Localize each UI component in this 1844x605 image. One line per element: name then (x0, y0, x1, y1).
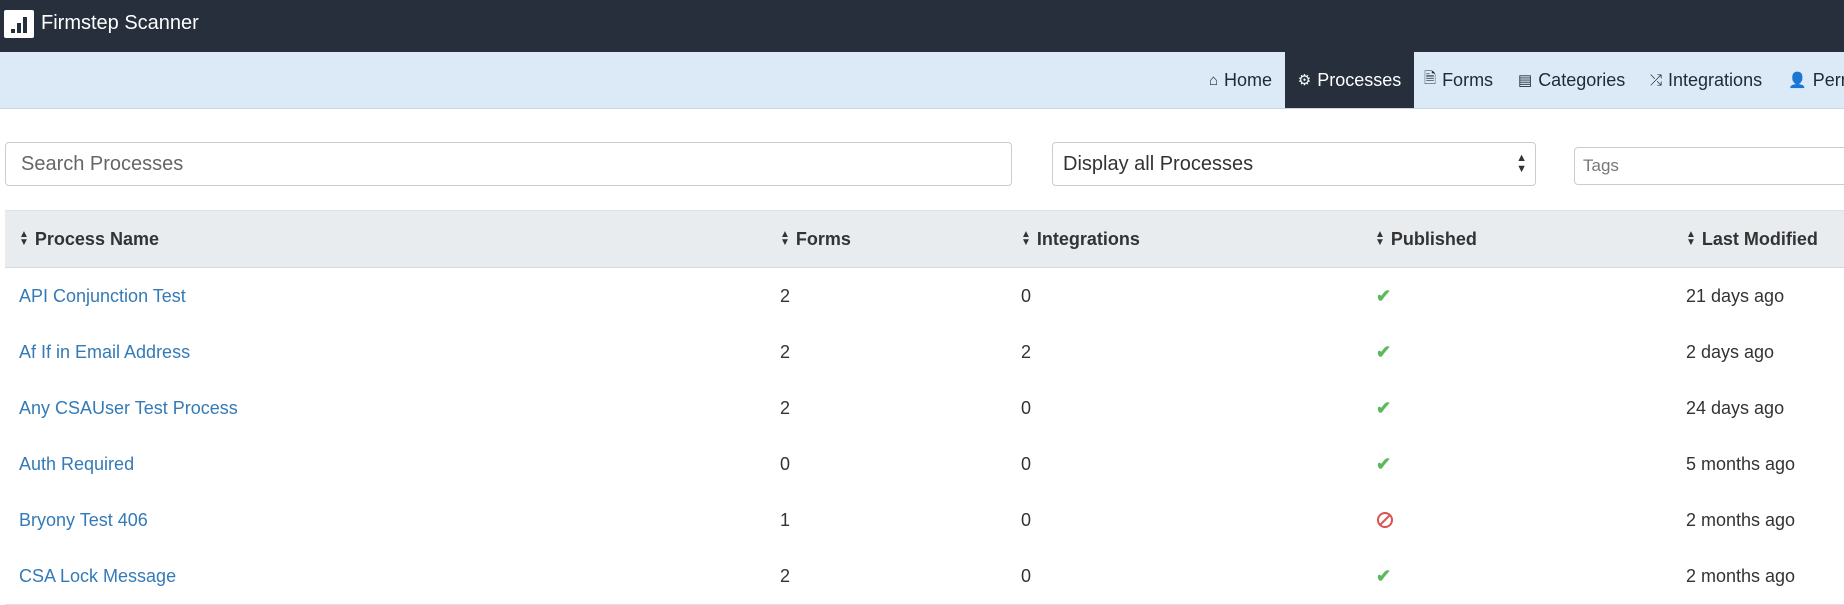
process-name-link[interactable]: CSA Lock Message (19, 548, 176, 604)
random-icon: ⤮ (1650, 71, 1663, 89)
tags-placeholder: Tags (1583, 156, 1619, 175)
last-modified: 21 days ago (1686, 285, 1785, 306)
process-name-link[interactable]: Auth Required (19, 436, 134, 492)
last-modified: 5 months ago (1686, 453, 1796, 474)
nav-item-permissions[interactable]: 👤 Perm (1788, 52, 1844, 108)
integrations-count: 0 (1021, 453, 1032, 474)
select-value: Display all Processes (1063, 152, 1254, 175)
column-header-process-name[interactable]: ▲ ▼ Process Name (19, 211, 159, 267)
checkmark-icon: ✔ (1376, 341, 1392, 362)
user-icon: 👤 (1788, 72, 1807, 89)
nav-item-integrations[interactable]: ⤮ Integrations (1650, 52, 1768, 108)
table-row: CSA Lock Message 2 0 ✔ 2 months ago (5, 548, 1844, 605)
nav-item-label: Home (1224, 69, 1273, 90)
nav-item-forms[interactable]: 🗎 Forms (1424, 52, 1500, 108)
process-name-link[interactable]: Bryony Test 406 (19, 492, 148, 548)
integrations-count: 0 (1021, 397, 1032, 418)
bar-chart-logo-icon[interactable] (4, 10, 34, 38)
main-nav: ⌂ Home ⚙ Processes 🗎 Forms ▤ Categories … (0, 52, 1844, 109)
integrations-count: 0 (1021, 509, 1032, 530)
list-icon: ▤ (1518, 72, 1533, 89)
table-row: Af If in Email Address 2 2 ✔ 2 days ago (5, 324, 1844, 381)
integrations-count: 0 (1021, 285, 1032, 306)
published-status: ✔ (1376, 380, 1391, 436)
file-icon: 🗎 (1424, 69, 1437, 87)
forms-count: 2 (780, 285, 791, 306)
published-status (1377, 492, 1393, 548)
published-status: ✔ (1376, 436, 1391, 492)
app-title[interactable]: Firmstep Scanner (41, 11, 199, 35)
table-row: API Conjunction Test 2 0 ✔ 21 days ago (5, 268, 1844, 325)
integrations-count: 2 (1021, 341, 1032, 362)
nav-item-home[interactable]: ⌂ Home (1200, 52, 1281, 108)
column-header-integrations[interactable]: ▲ ▼ Integrations (1021, 211, 1140, 267)
table-row: Any CSAUser Test Process 2 0 ✔ 24 days a… (5, 380, 1844, 437)
nav-item-processes[interactable]: ⚙ Processes (1285, 52, 1414, 108)
published-status: ✔ (1376, 268, 1391, 324)
last-modified: 2 months ago (1686, 565, 1796, 586)
nav-item-label: Categories (1538, 69, 1626, 90)
sort-icon: ▲ ▼ (780, 229, 790, 248)
sort-icon: ▲ ▼ (1021, 229, 1031, 248)
last-modified: 2 days ago (1686, 341, 1775, 362)
nav-item-categories[interactable]: ▤ Categories (1518, 52, 1630, 108)
checkmark-icon: ✔ (1376, 397, 1392, 418)
process-name-link[interactable]: Af If in Email Address (19, 324, 190, 380)
process-filter-select[interactable]: Display all Processes ▲ ▼ (1052, 142, 1536, 186)
select-arrows-icon: ▲ ▼ (1516, 152, 1527, 175)
sort-icon: ▲ ▼ (19, 229, 29, 248)
nav-item-label: Perm (1812, 69, 1844, 90)
table-row: Auth Required 0 0 ✔ 5 months ago (5, 436, 1844, 493)
nav-item-label: Forms (1442, 69, 1494, 90)
cogs-icon: ⚙ (1297, 72, 1312, 89)
ban-icon (1377, 512, 1393, 528)
sort-icon: ▲ ▼ (1686, 229, 1696, 248)
checkmark-icon: ✔ (1376, 453, 1392, 474)
sort-icon: ▲ ▼ (1375, 229, 1385, 248)
forms-count: 2 (780, 565, 791, 586)
tags-input[interactable]: Tags (1574, 147, 1844, 185)
checkmark-icon: ✔ (1376, 285, 1392, 306)
column-header-last-modified[interactable]: ▲ ▼ Last Modified (1686, 211, 1818, 267)
table-row: Bryony Test 406 1 0 2 months ago (5, 492, 1844, 549)
top-bar: Firmstep Scanner (0, 0, 1844, 52)
search-input[interactable] (5, 142, 1012, 186)
process-name-link[interactable]: API Conjunction Test (19, 268, 186, 324)
forms-count: 2 (780, 341, 791, 362)
column-header-forms[interactable]: ▲ ▼ Forms (780, 211, 851, 267)
nav-item-label: Integrations (1668, 69, 1763, 90)
forms-count: 0 (780, 453, 791, 474)
table-header: ▲ ▼ Process Name ▲ ▼ Forms ▲ ▼ Integrations… (5, 210, 1844, 269)
last-modified: 24 days ago (1686, 397, 1785, 418)
home-icon: ⌂ (1208, 71, 1219, 89)
column-header-published[interactable]: ▲ ▼ Published (1375, 211, 1477, 267)
published-status: ✔ (1376, 548, 1391, 604)
forms-count: 2 (780, 397, 791, 418)
checkmark-icon: ✔ (1376, 565, 1392, 586)
nav-item-label: Processes (1317, 69, 1402, 90)
last-modified: 2 months ago (1686, 509, 1796, 530)
forms-count: 1 (780, 509, 791, 530)
published-status: ✔ (1376, 324, 1391, 380)
integrations-count: 0 (1021, 565, 1032, 586)
process-name-link[interactable]: Any CSAUser Test Process (19, 380, 238, 436)
